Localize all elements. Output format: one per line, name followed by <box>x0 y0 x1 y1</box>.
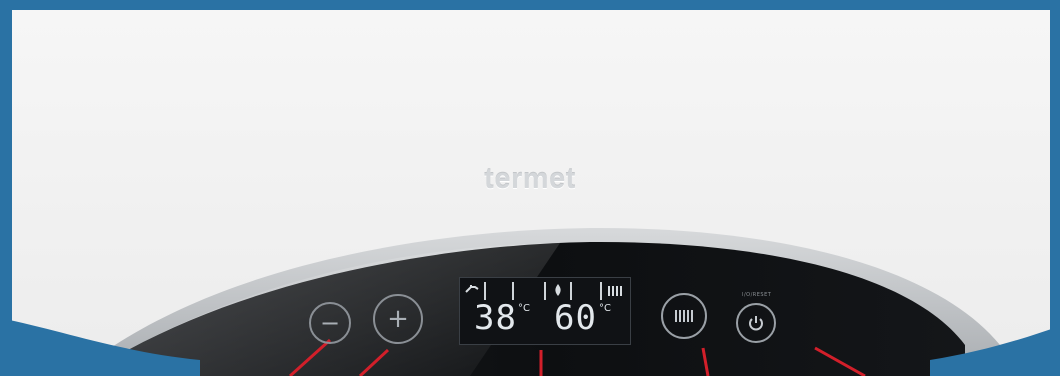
tap-icon <box>465 285 479 293</box>
segment-divider <box>544 282 546 300</box>
brand-logo: termet <box>484 163 576 195</box>
power-button[interactable] <box>736 303 776 343</box>
segment-divider <box>600 282 602 300</box>
radiator-icon <box>608 286 622 296</box>
flame-icon <box>555 284 561 296</box>
minus-button[interactable]: − <box>309 302 351 344</box>
power-icon <box>749 316 763 331</box>
ch-unit: °C <box>599 303 611 314</box>
ch-temperature: 60 <box>554 298 597 338</box>
minus-icon: − <box>319 309 341 337</box>
lcd-display: 38 °C 60 °C <box>459 277 631 345</box>
plus-icon: + <box>387 304 409 334</box>
heating-mode-button[interactable] <box>661 293 707 339</box>
radiator-icon <box>675 310 693 322</box>
dhw-unit: °C <box>518 303 530 314</box>
power-caption: I/O/RESET <box>742 292 772 298</box>
plus-button[interactable]: + <box>373 294 423 344</box>
dhw-temperature: 38 <box>474 298 517 338</box>
